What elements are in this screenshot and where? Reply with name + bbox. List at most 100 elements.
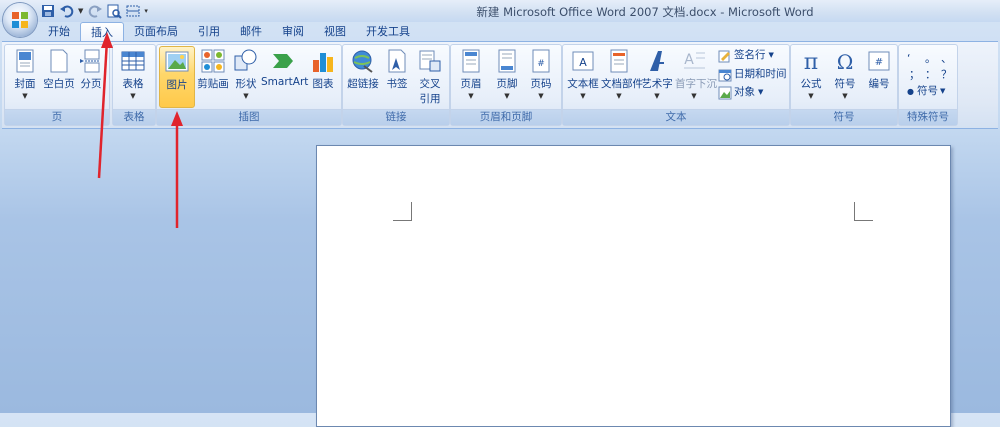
- cover-page-icon: [16, 49, 34, 73]
- tab-page-layout[interactable]: 页面布局: [124, 22, 188, 41]
- equation-button[interactable]: π 公式 ▼: [793, 48, 829, 100]
- dropcap-button[interactable]: A 首字下沉 ▼: [675, 48, 717, 100]
- dropdown-icon: ▼: [808, 92, 814, 100]
- clipart-label: 剪贴画: [197, 78, 229, 90]
- hyperlink-button[interactable]: 超链接: [345, 48, 381, 91]
- dropcap-icon: A: [684, 52, 705, 69]
- header-button[interactable]: 页眉 ▼: [453, 48, 489, 100]
- shapes-icon: [234, 49, 257, 71]
- equation-label: 公式: [800, 78, 822, 90]
- table-label: 表格: [122, 78, 144, 90]
- symbol-button[interactable]: Ω 符号 ▼: [827, 48, 863, 100]
- bookmark-button[interactable]: 书签: [381, 48, 413, 91]
- office-button[interactable]: [3, 3, 37, 37]
- cross-reference-button[interactable]: 交叉 引用: [413, 48, 447, 106]
- smartart-label: SmartArt: [261, 76, 309, 88]
- tab-view[interactable]: 视图: [314, 22, 356, 41]
- pi-icon: π: [804, 50, 818, 74]
- cross-reference-label-1: 交叉: [419, 78, 441, 90]
- tab-home[interactable]: 开始: [38, 22, 80, 41]
- dropdown-icon: ▼: [616, 92, 622, 100]
- group-links: 超链接 书签 交叉 引用 链接: [342, 44, 450, 126]
- window-title: 新建 Microsoft Office Word 2007 文档.docx - …: [476, 5, 814, 19]
- dropdown-icon: ▼: [691, 92, 697, 100]
- special-mark-quote[interactable]: ‘: [907, 51, 911, 66]
- group-label-symbols: 符号: [791, 109, 897, 125]
- document-page[interactable]: [316, 145, 951, 427]
- header-label: 页眉: [460, 78, 482, 90]
- special-mark-period[interactable]: 。: [925, 51, 936, 66]
- page-number-button[interactable]: # 页码 ▼: [523, 48, 559, 100]
- date-time-button[interactable]: 日期和时间: [718, 67, 787, 82]
- tab-insert[interactable]: 插入: [80, 22, 124, 43]
- chart-label: 图表: [312, 78, 334, 90]
- group-tables: 表格 ▼ 表格: [112, 44, 156, 126]
- shapes-button[interactable]: 形状 ▼: [229, 48, 263, 100]
- dropdown-icon: ▼: [580, 92, 586, 100]
- wordart-button[interactable]: 艺术字 ▼: [639, 48, 675, 100]
- dropdown-icon: ▼: [758, 88, 764, 96]
- hyperlink-icon: [352, 50, 373, 73]
- wordart-icon: [650, 51, 664, 71]
- group-special-symbols: ‘ 。 、 ； ： ？ ● 符号 ▼ 特殊符号: [898, 44, 958, 126]
- picture-button[interactable]: 图片: [159, 46, 195, 108]
- tab-mailings[interactable]: 邮件: [230, 22, 272, 41]
- symbol-label: 符号: [834, 78, 856, 90]
- dropdown-icon: ▼: [654, 92, 660, 100]
- special-mark-semicolon[interactable]: ；: [909, 67, 920, 82]
- numbering-label: 编号: [868, 78, 890, 90]
- cover-page-label: 封面: [14, 78, 36, 90]
- hyperlink-label: 超链接: [347, 78, 379, 90]
- special-symbol-label: 符号: [916, 85, 938, 97]
- ribbon-tabs: 开始 插入 页面布局 引用 邮件 审阅 视图 开发工具: [38, 22, 420, 43]
- chart-icon: [313, 53, 333, 72]
- svg-text:#: #: [875, 57, 883, 68]
- numbering-icon: #: [868, 51, 890, 71]
- bookmark-label: 书签: [386, 78, 408, 90]
- cross-reference-label-2: 引用: [419, 93, 441, 105]
- dropcap-label: 首字下沉: [675, 78, 717, 90]
- cover-page-button[interactable]: 封面 ▼: [7, 48, 43, 100]
- object-button[interactable]: 对象 ▼: [718, 85, 763, 100]
- special-mark-question[interactable]: ？: [941, 67, 952, 82]
- tab-review[interactable]: 审阅: [272, 22, 314, 41]
- svg-text:A: A: [579, 56, 587, 69]
- page-break-icon: [80, 49, 100, 73]
- numbering-button[interactable]: # 编号: [861, 48, 897, 91]
- footer-button[interactable]: 页脚 ▼: [489, 48, 525, 100]
- dropdown-icon: ▼: [538, 92, 544, 100]
- table-button[interactable]: 表格 ▼: [115, 48, 151, 100]
- tab-references[interactable]: 引用: [188, 22, 230, 41]
- bullet-mark: ●: [907, 87, 914, 96]
- group-header-footer: 页眉 ▼ 页脚 ▼ # 页码 ▼ 页眉和页脚: [450, 44, 562, 126]
- office-logo-icon: [12, 12, 28, 28]
- quick-parts-button[interactable]: 文档部件 ▼: [601, 48, 643, 100]
- signature-line-button[interactable]: 签名行 ▼: [718, 48, 774, 63]
- page-break-button[interactable]: 分页: [75, 48, 107, 91]
- picture-label: 图片: [166, 79, 188, 91]
- clipart-button[interactable]: 剪贴画: [195, 48, 231, 91]
- shapes-label: 形状: [235, 78, 257, 90]
- group-label-text: 文本: [563, 109, 789, 125]
- group-label-special-symbols: 特殊符号: [899, 109, 957, 125]
- group-label-links: 链接: [343, 109, 449, 125]
- table-icon: [121, 51, 145, 71]
- textbox-button[interactable]: A 文本框 ▼: [565, 48, 601, 100]
- special-mark-comma[interactable]: 、: [941, 51, 952, 66]
- special-mark-colon[interactable]: ：: [925, 67, 936, 82]
- quick-parts-label: 文档部件: [601, 78, 643, 90]
- special-symbol-dropdown[interactable]: ● 符号 ▼: [907, 84, 945, 99]
- textbox-icon: A: [572, 51, 594, 71]
- footer-label: 页脚: [496, 78, 518, 90]
- omega-icon: Ω: [837, 50, 854, 74]
- calendar-icon: [718, 69, 732, 81]
- smartart-button[interactable]: SmartArt: [261, 48, 309, 88]
- tab-developer[interactable]: 开发工具: [356, 22, 420, 41]
- blank-page-icon: [50, 49, 68, 73]
- clipart-icon: [201, 49, 225, 73]
- blank-page-button[interactable]: 空白页: [41, 48, 77, 91]
- textbox-label: 文本框: [567, 78, 599, 90]
- object-icon: [718, 86, 732, 99]
- svg-text:A: A: [684, 52, 694, 68]
- chart-button[interactable]: 图表: [307, 48, 339, 91]
